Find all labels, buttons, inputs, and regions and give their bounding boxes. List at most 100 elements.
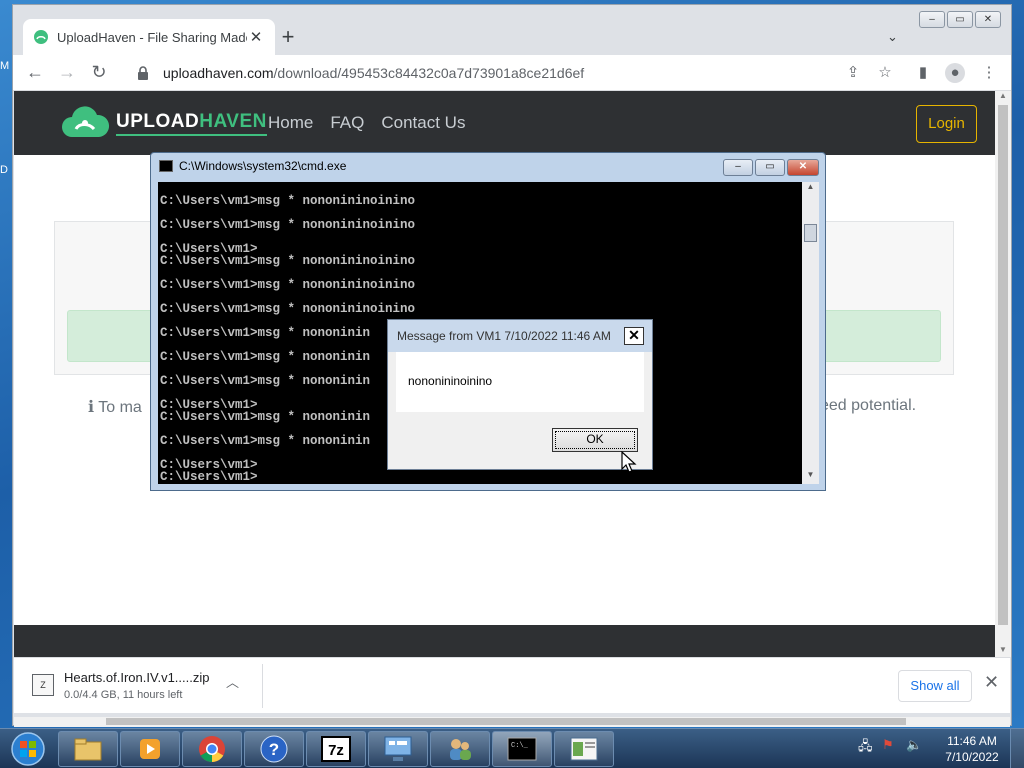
- network-icon[interactable]: 🖧: [858, 737, 876, 755]
- tab-strip: UploadHaven - File Sharing Made ✕ + ⌄ – …: [13, 5, 1011, 55]
- message-dialog: Message from VM1 7/10/2022 11:46 AM ✕ no…: [387, 319, 653, 470]
- taskbar-media-player[interactable]: [120, 731, 180, 767]
- horizontal-scrollbar[interactable]: [14, 717, 1010, 727]
- url-text: uploadhaven.com/download/495453c84432c0a…: [163, 65, 584, 81]
- chrome-icon: [199, 736, 225, 763]
- console-line: C:\Users\vm1>msg * nononinin: [160, 434, 371, 448]
- console-line: C:\Users\vm1>msg * nononinin: [160, 374, 371, 388]
- info-icon: ℹ: [88, 399, 99, 416]
- brand-upload: UPLOAD: [116, 110, 200, 132]
- scroll-down-arrow-icon[interactable]: ▼: [995, 645, 1011, 657]
- scrollbar-thumb[interactable]: [998, 105, 1008, 625]
- nav-contact[interactable]: Contact Us: [381, 113, 465, 133]
- nav-home[interactable]: Home: [268, 113, 313, 133]
- tab-search-chevron-icon[interactable]: ⌄: [887, 29, 898, 45]
- taskbar-explorer[interactable]: [58, 731, 118, 767]
- site-nav-links: Home FAQ Contact Us: [268, 113, 482, 133]
- profile-avatar-icon[interactable]: ●: [945, 63, 965, 83]
- brand-haven: HAVEN: [199, 110, 267, 132]
- close-shelf-icon[interactable]: ✕: [984, 672, 999, 693]
- taskbar-chrome[interactable]: [182, 731, 242, 767]
- reload-icon[interactable]: ↻: [87, 61, 111, 85]
- site-footer: [14, 625, 995, 657]
- page-scrollbar[interactable]: ▲ ▼: [995, 91, 1011, 657]
- taskbar-cmd[interactable]: C:\_: [492, 731, 552, 767]
- new-tab-button[interactable]: +: [275, 25, 301, 51]
- bookmark-star-icon[interactable]: ☆: [875, 63, 895, 83]
- window-controls: – ▭ ✕: [917, 11, 1001, 29]
- show-desktop-button[interactable]: [1010, 729, 1024, 768]
- message-dialog-title[interactable]: Message from VM1 7/10/2022 11:46 AM: [388, 320, 652, 352]
- users-icon: [450, 739, 471, 760]
- cmd-maximize-button[interactable]: ▭: [755, 159, 785, 176]
- browser-toolbar: ← → ↻ uploadhaven.com/download/495453c84…: [13, 55, 1011, 91]
- cmd-window-controls: – ▭ ✕: [721, 159, 819, 176]
- forward-arrow-icon[interactable]: →: [55, 61, 79, 85]
- action-center-flag-icon[interactable]: ⚑: [882, 737, 900, 755]
- console-line: C:\Users\vm1>msg * nononinin: [160, 410, 371, 424]
- cmd-title: C:\Windows\system32\cmd.exe: [179, 159, 347, 173]
- svg-text:C:\_: C:\_: [511, 742, 529, 750]
- site-header: UPLOADHAVEN Home FAQ Contact Us Login: [14, 91, 995, 155]
- svg-text:7z: 7z: [328, 742, 344, 759]
- download-options-chevron-icon[interactable]: ︿: [226, 672, 239, 691]
- cmd-scroll-up-icon[interactable]: ▲: [802, 182, 819, 191]
- url-path: /download/495453c84432c0a7d73901a8ce21d6…: [273, 65, 585, 81]
- download-shelf: Z Hearts.of.Iron.IV.v1.....zip 0.0/4.4 G…: [14, 657, 1010, 713]
- desktop-icon-fragment[interactable]: M: [0, 60, 9, 72]
- download-file-name: Hearts.of.Iron.IV.v1.....zip: [64, 670, 210, 685]
- taskbar-users[interactable]: [430, 731, 490, 767]
- taskbar-control-panel[interactable]: [368, 731, 428, 767]
- cmd-scroll-thumb[interactable]: [804, 224, 817, 242]
- back-arrow-icon[interactable]: ←: [23, 61, 47, 85]
- 7zip-icon: 7z: [321, 736, 351, 762]
- close-window-button[interactable]: ✕: [975, 11, 1001, 28]
- scroll-up-arrow-icon[interactable]: ▲: [995, 91, 1011, 103]
- nav-faq[interactable]: FAQ: [330, 113, 364, 133]
- console-line: C:\Users\vm1>msg * nononininoinino: [160, 278, 416, 292]
- cmd-icon: [159, 160, 173, 172]
- show-all-button[interactable]: Show all: [898, 670, 972, 702]
- cmd-scrollbar[interactable]: ▲ ▼: [802, 182, 819, 484]
- cmd-titlebar[interactable]: C:\Windows\system32\cmd.exe: [159, 159, 346, 173]
- restore-button[interactable]: ▭: [947, 11, 973, 28]
- download-info: Hearts.of.Iron.IV.v1.....zip 0.0/4.4 GB,…: [64, 664, 209, 701]
- desktop-icon-fragment[interactable]: D: [0, 164, 8, 176]
- message-body: nononininoinino: [396, 352, 644, 412]
- message-text: nononininoinino: [408, 374, 493, 388]
- cmd-close-button[interactable]: ✕: [787, 159, 819, 176]
- hscroll-thumb[interactable]: [106, 718, 906, 725]
- console-line: C:\Users\vm1>: [160, 470, 258, 484]
- ok-button[interactable]: OK: [552, 428, 638, 452]
- volume-icon[interactable]: 🔈: [906, 737, 924, 755]
- media-player-icon: [140, 739, 160, 759]
- login-button[interactable]: Login: [916, 105, 977, 143]
- taskbar-clock[interactable]: 11:46 AM 7/10/2022: [940, 733, 1004, 765]
- start-button-icon[interactable]: [2, 731, 54, 767]
- message-close-button[interactable]: ✕: [624, 327, 644, 345]
- taskbar-app-window[interactable]: [554, 731, 614, 767]
- side-panel-icon[interactable]: ▮: [913, 63, 933, 83]
- console-line: C:\Users\vm1>msg * nononininoinino: [160, 194, 416, 208]
- mouse-cursor-icon: [621, 451, 637, 473]
- minimize-button[interactable]: –: [919, 11, 945, 28]
- tab-close-icon[interactable]: ✕: [247, 28, 265, 46]
- tab-title: UploadHaven - File Sharing Made: [57, 29, 247, 45]
- help-icon: ?: [260, 735, 288, 763]
- uploadhaven-favicon: [34, 30, 48, 44]
- control-panel-icon: [384, 736, 412, 761]
- menu-dots-icon[interactable]: ⋮: [979, 63, 999, 83]
- zip-file-icon: Z: [32, 674, 54, 696]
- browser-tab[interactable]: UploadHaven - File Sharing Made ✕: [23, 19, 275, 55]
- download-item[interactable]: Z Hearts.of.Iron.IV.v1.....zip 0.0/4.4 G…: [22, 664, 252, 708]
- share-icon[interactable]: ⇪: [843, 63, 863, 83]
- window-app-icon: [570, 737, 598, 761]
- address-bar[interactable]: uploadhaven.com/download/495453c84432c0a…: [127, 59, 901, 87]
- taskbar-7zip[interactable]: 7z: [306, 731, 366, 767]
- uploadhaven-logo[interactable]: UPLOADHAVEN: [60, 103, 267, 143]
- svg-text:?: ?: [269, 740, 279, 759]
- cmd-taskbar-icon: C:\_: [507, 737, 537, 761]
- taskbar-help[interactable]: ?: [244, 731, 304, 767]
- cmd-minimize-button[interactable]: –: [723, 159, 753, 176]
- cmd-scroll-down-icon[interactable]: ▼: [802, 470, 819, 479]
